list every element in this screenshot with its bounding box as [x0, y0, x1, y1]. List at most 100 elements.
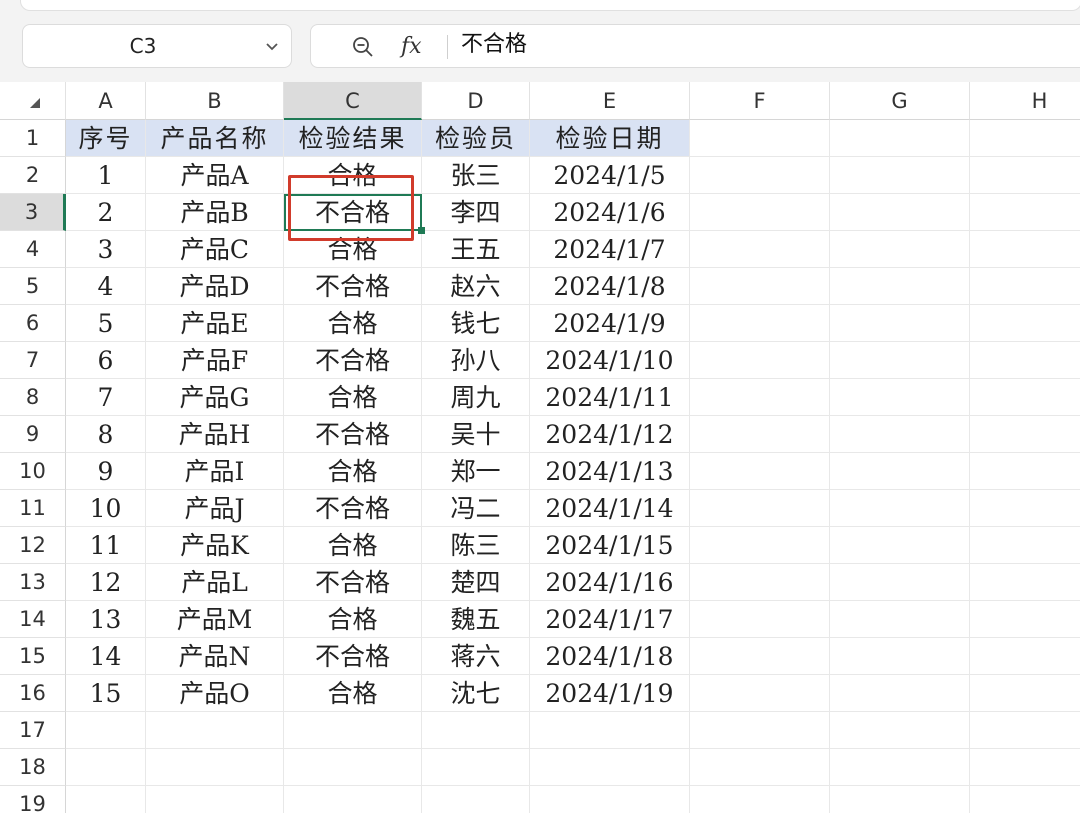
empty-cell[interactable]: [830, 305, 970, 342]
empty-cell[interactable]: [970, 157, 1080, 194]
table-cell[interactable]: 产品F: [146, 342, 284, 379]
empty-cell[interactable]: [830, 416, 970, 453]
table-cell[interactable]: 2024/1/14: [530, 490, 690, 527]
empty-cell[interactable]: [690, 490, 830, 527]
table-cell[interactable]: 11: [66, 527, 146, 564]
table-cell[interactable]: 产品M: [146, 601, 284, 638]
table-cell[interactable]: 2024/1/19: [530, 675, 690, 712]
chevron-down-icon[interactable]: [265, 39, 279, 58]
table-cell[interactable]: 1: [66, 157, 146, 194]
empty-cell[interactable]: [690, 342, 830, 379]
empty-cell[interactable]: [690, 527, 830, 564]
table-cell[interactable]: 合格: [284, 675, 422, 712]
row-header-12[interactable]: 12: [0, 527, 66, 564]
table-cell[interactable]: 产品H: [146, 416, 284, 453]
table-cell[interactable]: 产品L: [146, 564, 284, 601]
table-cell[interactable]: 产品C: [146, 231, 284, 268]
empty-cell[interactable]: [146, 749, 284, 786]
table-cell[interactable]: 合格: [284, 305, 422, 342]
empty-cell[interactable]: [422, 749, 530, 786]
table-cell[interactable]: 12: [66, 564, 146, 601]
table-cell[interactable]: 李四: [422, 194, 530, 231]
row-header-1[interactable]: 1: [0, 120, 66, 157]
table-header-cell[interactable]: 序号: [66, 120, 146, 157]
empty-cell[interactable]: [690, 675, 830, 712]
empty-cell[interactable]: [830, 564, 970, 601]
table-cell[interactable]: 14: [66, 638, 146, 675]
table-cell[interactable]: 产品E: [146, 305, 284, 342]
table-cell[interactable]: 产品D: [146, 268, 284, 305]
table-cell[interactable]: 不合格: [284, 342, 422, 379]
table-cell[interactable]: 沈七: [422, 675, 530, 712]
empty-cell[interactable]: [970, 305, 1080, 342]
table-cell[interactable]: 不合格: [284, 194, 422, 231]
table-cell[interactable]: 蒋六: [422, 638, 530, 675]
table-cell[interactable]: 2024/1/17: [530, 601, 690, 638]
table-cell[interactable]: 合格: [284, 231, 422, 268]
empty-cell[interactable]: [422, 712, 530, 749]
row-header-6[interactable]: 6: [0, 305, 66, 342]
empty-cell[interactable]: [970, 231, 1080, 268]
empty-cell[interactable]: [690, 305, 830, 342]
row-header-13[interactable]: 13: [0, 564, 66, 601]
empty-cell[interactable]: [970, 416, 1080, 453]
fill-handle[interactable]: [418, 227, 425, 234]
table-cell[interactable]: 周九: [422, 379, 530, 416]
table-cell[interactable]: 合格: [284, 453, 422, 490]
row-header-3[interactable]: 3: [0, 194, 66, 231]
empty-cell[interactable]: [690, 416, 830, 453]
column-header-c[interactable]: C: [284, 82, 422, 120]
empty-cell[interactable]: [830, 268, 970, 305]
table-cell[interactable]: 产品I: [146, 453, 284, 490]
table-cell[interactable]: 2024/1/5: [530, 157, 690, 194]
table-cell[interactable]: 冯二: [422, 490, 530, 527]
empty-cell[interactable]: [66, 712, 146, 749]
row-header-4[interactable]: 4: [0, 231, 66, 268]
empty-cell[interactable]: [690, 453, 830, 490]
empty-cell[interactable]: [830, 342, 970, 379]
table-cell[interactable]: 4: [66, 268, 146, 305]
table-cell[interactable]: 合格: [284, 527, 422, 564]
table-header-cell[interactable]: 检验日期: [530, 120, 690, 157]
column-header-g[interactable]: G: [830, 82, 970, 120]
empty-cell[interactable]: [970, 342, 1080, 379]
table-cell[interactable]: 2024/1/12: [530, 416, 690, 453]
table-cell[interactable]: 楚四: [422, 564, 530, 601]
column-header-b[interactable]: B: [146, 82, 284, 120]
table-cell[interactable]: 6: [66, 342, 146, 379]
empty-cell[interactable]: [830, 527, 970, 564]
empty-cell[interactable]: [284, 712, 422, 749]
empty-cell[interactable]: [970, 638, 1080, 675]
column-header-f[interactable]: F: [690, 82, 830, 120]
empty-cell[interactable]: [690, 194, 830, 231]
row-header-17[interactable]: 17: [0, 712, 66, 749]
empty-cell[interactable]: [970, 675, 1080, 712]
empty-cell[interactable]: [830, 120, 970, 157]
column-header-e[interactable]: E: [530, 82, 690, 120]
row-header-11[interactable]: 11: [0, 490, 66, 527]
row-header-2[interactable]: 2: [0, 157, 66, 194]
row-header-16[interactable]: 16: [0, 675, 66, 712]
table-cell[interactable]: 2024/1/9: [530, 305, 690, 342]
empty-cell[interactable]: [530, 749, 690, 786]
empty-cell[interactable]: [830, 231, 970, 268]
table-cell[interactable]: 13: [66, 601, 146, 638]
row-header-10[interactable]: 10: [0, 453, 66, 490]
empty-cell[interactable]: [690, 120, 830, 157]
table-cell[interactable]: 不合格: [284, 564, 422, 601]
empty-cell[interactable]: [830, 490, 970, 527]
table-cell[interactable]: 2024/1/11: [530, 379, 690, 416]
table-cell[interactable]: 产品N: [146, 638, 284, 675]
empty-cell[interactable]: [284, 786, 422, 813]
table-cell[interactable]: 8: [66, 416, 146, 453]
table-cell[interactable]: 不合格: [284, 416, 422, 453]
table-cell[interactable]: 合格: [284, 379, 422, 416]
empty-cell[interactable]: [690, 157, 830, 194]
table-cell[interactable]: 产品G: [146, 379, 284, 416]
row-header-19[interactable]: 19: [0, 786, 66, 813]
empty-cell[interactable]: [830, 712, 970, 749]
formula-value[interactable]: 不合格: [461, 25, 527, 67]
empty-cell[interactable]: [970, 268, 1080, 305]
table-cell[interactable]: 合格: [284, 601, 422, 638]
name-box[interactable]: C3: [22, 24, 292, 68]
